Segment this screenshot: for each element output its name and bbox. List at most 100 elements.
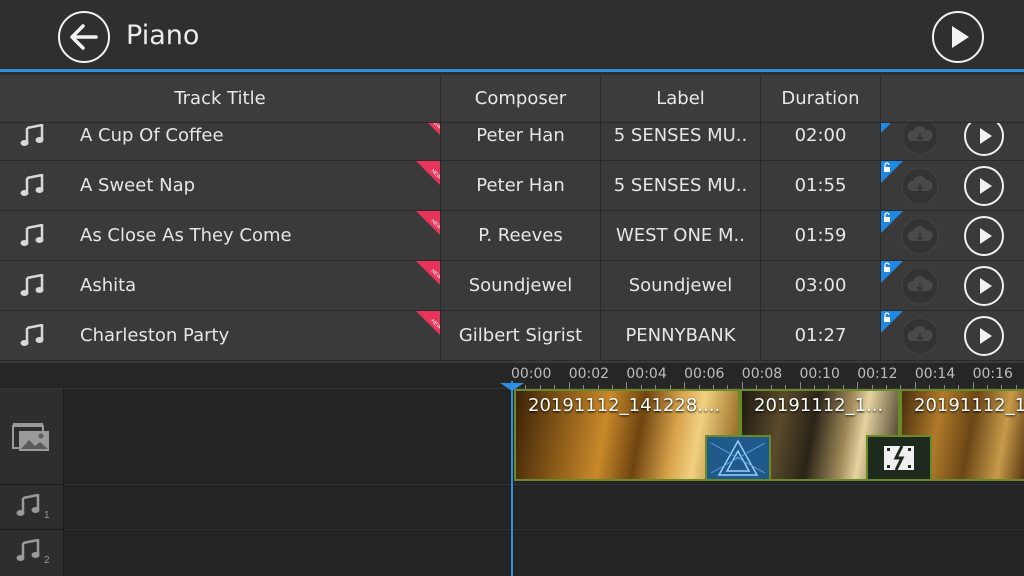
audio-track-lane-2[interactable] <box>65 530 1024 576</box>
column-header-label[interactable]: Label <box>601 75 761 123</box>
ruler-label: 00:12 <box>857 366 898 382</box>
table-row[interactable]: Charleston Party NEW Gilbert Sigrist PEN… <box>0 311 1024 361</box>
lock-badge-icon <box>881 261 903 283</box>
new-badge-icon: NEW <box>416 211 440 235</box>
audio-track-icon <box>16 539 40 561</box>
ruler-label: 00:00 <box>511 366 552 382</box>
play-icon <box>980 128 992 144</box>
play-track-button[interactable] <box>964 316 1004 356</box>
ruler-tick <box>799 382 801 389</box>
label-cell: PENNYBANK <box>601 311 761 361</box>
music-note-icon <box>20 274 44 296</box>
actions-cell <box>881 161 1024 211</box>
actions-cell <box>881 211 1024 261</box>
actions-cell <box>881 261 1024 311</box>
new-badge-icon: NEW <box>416 311 440 335</box>
ruler-label: 00:14 <box>914 366 956 382</box>
play-track-button[interactable] <box>964 166 1004 206</box>
play-track-button[interactable] <box>964 216 1004 256</box>
column-header-composer[interactable]: Composer <box>441 75 601 123</box>
label-cell: 5 SENSES MU.. <box>601 161 761 211</box>
music-note-icon <box>20 174 44 196</box>
lock-badge-icon <box>881 211 903 233</box>
track-headers: 1 2 <box>0 389 64 576</box>
duration-cell: 01:27 <box>761 311 881 361</box>
table-row[interactable]: Ashita NEW Soundjewel Soundjewel 03:00 <box>0 261 1024 311</box>
track-title: As Close As They Come <box>80 225 292 246</box>
lock-badge-icon <box>881 161 903 183</box>
audio-track-icon <box>16 494 40 516</box>
actions-cell <box>881 311 1024 361</box>
ruler-label: 00:08 <box>741 366 783 382</box>
music-note-icon <box>20 124 44 146</box>
track-title: A Sweet Nap <box>80 175 196 196</box>
clip-name: 20191112_141228.... <box>528 395 721 416</box>
label-cell: Soundjewel <box>601 261 761 311</box>
transition-marker[interactable] <box>705 435 771 481</box>
music-note-icon <box>20 324 44 346</box>
ruler-tick <box>914 382 916 389</box>
column-header-actions <box>881 75 1024 123</box>
column-header-duration[interactable]: Duration <box>761 75 881 123</box>
duration-cell: 03:00 <box>761 261 881 311</box>
track-title: Charleston Party <box>80 325 230 346</box>
video-track-icon <box>12 423 49 451</box>
duration-cell: 01:59 <box>761 211 881 261</box>
audio-track-number: 2 <box>44 555 50 566</box>
play-icon <box>980 228 992 244</box>
audio-track-lane-1[interactable] <box>65 485 1024 530</box>
title-cell: Ashita NEW <box>0 261 441 311</box>
composer-cell: Peter Han <box>441 161 601 211</box>
cloud-download-icon[interactable] <box>901 267 939 305</box>
video-track-header[interactable] <box>0 389 64 485</box>
cloud-download-icon[interactable] <box>901 317 939 355</box>
page-title: Piano <box>126 20 200 51</box>
composer-cell: Gilbert Sigrist <box>441 311 601 361</box>
transition-effect-icon <box>710 439 766 476</box>
new-badge-icon: NEW <box>416 161 440 185</box>
video-track-lane[interactable]: 20191112_141228.... 20191112_1... 201911… <box>65 389 1024 485</box>
table-row[interactable]: As Close As They Come NEW P. Reeves WEST… <box>0 211 1024 261</box>
new-badge-icon: NEW <box>416 261 440 285</box>
title-cell: Charleston Party NEW <box>0 311 441 361</box>
play-icon <box>980 278 992 294</box>
ruler-label: 00:02 <box>568 366 610 382</box>
table-header: Track Title Composer Label Duration <box>0 75 1024 123</box>
table-row[interactable]: A Sweet Nap NEW Peter Han 5 SENSES MU.. … <box>0 161 1024 211</box>
ruler-label: 00:16 <box>972 366 1013 382</box>
label-cell: WEST ONE M.. <box>601 211 761 261</box>
playhead[interactable] <box>511 381 513 576</box>
clip-name: 20191112_14 <box>914 395 1024 416</box>
ruler-tick <box>626 382 628 389</box>
composer-cell: Soundjewel <box>441 261 601 311</box>
back-button[interactable] <box>58 11 110 63</box>
ruler-tick <box>857 382 859 389</box>
composer-cell: P. Reeves <box>441 211 601 261</box>
play-icon <box>980 328 992 344</box>
lock-badge-icon <box>881 311 903 333</box>
track-title: Ashita <box>80 275 137 296</box>
column-header-title[interactable]: Track Title <box>0 75 441 123</box>
timeline-panel: 00:00 00:02 00:04 00:06 00:08 00:10 00:12 00:14… <box>0 363 1024 576</box>
ruler-tick <box>684 382 686 389</box>
film-transition-icon <box>884 445 914 471</box>
ruler-label: 00:04 <box>626 366 667 382</box>
cloud-download-icon[interactable] <box>901 217 939 255</box>
audio-track-number: 1 <box>44 510 50 521</box>
arrow-left-icon <box>70 24 98 50</box>
play-icon <box>980 178 992 194</box>
ruler-label: 00:10 <box>799 366 840 382</box>
play-icon <box>952 26 969 48</box>
play-track-button[interactable] <box>964 266 1004 306</box>
music-note-icon <box>20 224 44 246</box>
ruler-tick <box>972 382 974 389</box>
audio-track-header-1[interactable]: 1 <box>0 485 64 530</box>
cloud-download-icon[interactable] <box>901 167 939 205</box>
track-table: Track Title Composer Label Duration Play… <box>0 75 1024 363</box>
audio-track-header-2[interactable]: 2 <box>0 530 64 576</box>
transition-marker[interactable] <box>866 435 932 481</box>
ruler-tick <box>741 382 743 389</box>
title-cell: A Sweet Nap NEW <box>0 161 441 211</box>
app-header: Piano <box>0 0 1024 72</box>
play-preview-button[interactable] <box>932 11 984 63</box>
